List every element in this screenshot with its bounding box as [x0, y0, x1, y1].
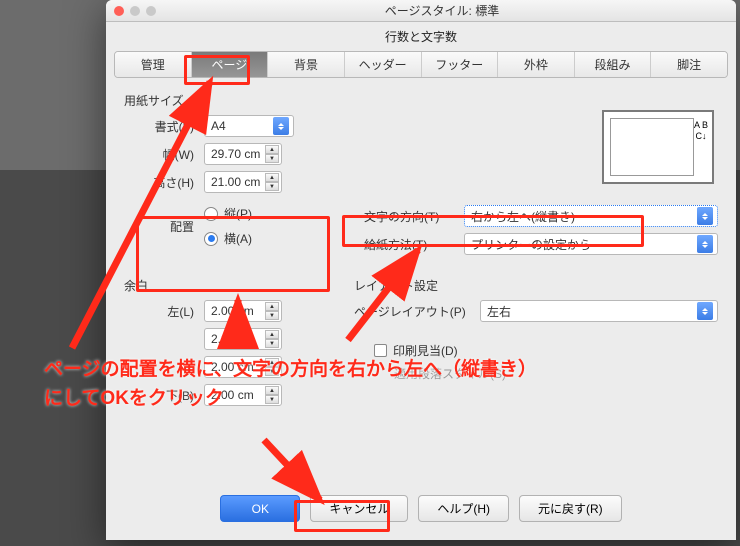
tab-header[interactable]: ヘッダー	[345, 52, 422, 77]
chevron-updown-icon	[697, 302, 713, 320]
tab-page[interactable]: ページ	[192, 52, 269, 77]
width-label: 幅(W)	[124, 146, 194, 163]
minimize-icon	[130, 6, 140, 16]
page-layout-label: ページレイアウト(P)	[354, 303, 474, 320]
tab-background[interactable]: 背景	[268, 52, 345, 77]
chevron-updown-icon	[697, 235, 713, 253]
tab-border[interactable]: 外枠	[498, 52, 575, 77]
text-direction-combo[interactable]: 右から左へ(縦書き)	[464, 205, 718, 227]
height-value: 21.00 cm	[211, 175, 260, 189]
orientation-portrait[interactable]: 縦(P)	[204, 205, 252, 222]
text-direction-value: 右から左へ(縦書き)	[471, 208, 575, 225]
format-value: A4	[211, 119, 226, 133]
page-layout-combo[interactable]: 左右	[480, 300, 718, 322]
radio-icon	[204, 232, 218, 246]
height-spin[interactable]: 21.00 cm ▲▼	[204, 171, 282, 193]
radio-icon	[204, 207, 218, 221]
format-label: 書式(F)	[124, 118, 194, 135]
height-label: 高さ(H)	[124, 174, 194, 191]
chevron-updown-icon	[273, 117, 289, 135]
layout-section: レイアウト設定	[354, 277, 718, 294]
page-preview: A BC↓	[602, 110, 714, 184]
format-combo[interactable]: A4	[204, 115, 294, 137]
tab-bar: 管理 ページ 背景 ヘッダー フッター 外枠 段組み 脚注	[114, 51, 728, 78]
ok-button[interactable]: OK	[220, 495, 300, 522]
window-controls	[114, 6, 156, 16]
reset-button[interactable]: 元に戻す(R)	[519, 495, 622, 522]
titlebar: ページスタイル: 標準	[106, 0, 736, 22]
tab-manage[interactable]: 管理	[115, 52, 192, 77]
text-direction-label: 文字の方向(T)	[364, 208, 458, 225]
tab-footnote[interactable]: 脚注	[651, 52, 727, 77]
margin-right-spin[interactable]: 2.00 cm▲▼	[204, 328, 282, 350]
orientation-landscape[interactable]: 横(A)	[204, 230, 252, 247]
margin-section: 余白	[124, 277, 334, 294]
window-title: ページスタイル: 標準	[156, 2, 728, 19]
margin-left-label: 左(L)	[124, 303, 194, 320]
width-value: 29.70 cm	[211, 147, 260, 161]
maximize-icon	[146, 6, 156, 16]
page-style-dialog: ページスタイル: 標準 行数と文字数 管理 ページ 背景 ヘッダー フッター 外…	[106, 0, 736, 540]
paper-feed-value: プリンターの設定から	[471, 236, 591, 253]
help-button[interactable]: ヘルプ(H)	[418, 495, 509, 522]
preview-marks: A BC↓	[694, 120, 708, 142]
tab-footer[interactable]: フッター	[422, 52, 499, 77]
paper-size-section: 用紙サイズ	[124, 92, 718, 109]
tab-columns[interactable]: 段組み	[575, 52, 652, 77]
dialog-subtitle: 行数と文字数	[106, 22, 736, 51]
paper-feed-combo[interactable]: プリンターの設定から	[464, 233, 718, 255]
button-bar: OK キャンセル ヘルプ(H) 元に戻す(R)	[106, 485, 736, 532]
paper-feed-label: 給紙方法(T)	[364, 236, 458, 253]
cancel-button[interactable]: キャンセル	[310, 495, 408, 522]
width-spin[interactable]: 29.70 cm ▲▼	[204, 143, 282, 165]
margin-left-spin[interactable]: 2.00 cm▲▼	[204, 300, 282, 322]
chevron-updown-icon	[697, 207, 713, 225]
orientation-label: 配置	[124, 218, 194, 235]
page-layout-value: 左右	[487, 303, 511, 320]
annotation-text: ページの配置を横に、文字の方向を右から左へ（縦書き） にしてOKをクリック	[44, 356, 537, 413]
close-icon[interactable]	[114, 6, 124, 16]
